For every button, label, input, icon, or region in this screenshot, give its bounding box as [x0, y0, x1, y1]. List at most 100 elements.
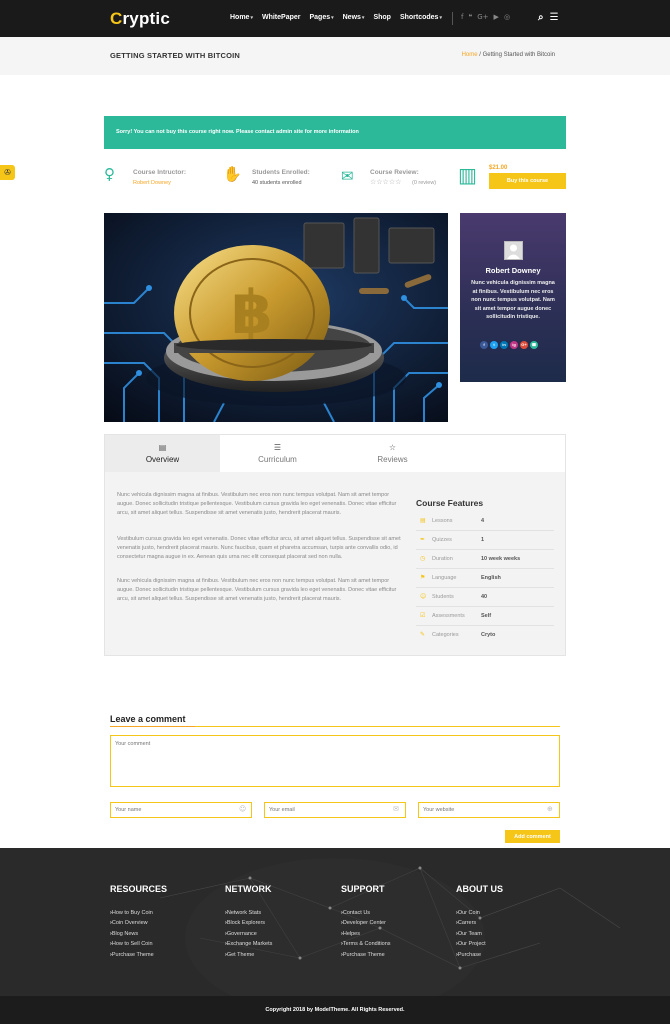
copyright: Copyright 2018 by ModelTheme. All Rights… — [0, 996, 670, 1024]
buy-course-button[interactable]: Buy this course — [489, 173, 566, 189]
twitter-icon[interactable]: ❝ — [468, 13, 472, 21]
footer-link[interactable]: Contact Us — [341, 910, 370, 916]
instagram-icon[interactable]: ◎ — [504, 13, 510, 21]
footer-link[interactable]: Our Project — [456, 941, 486, 947]
nav-whitepaper[interactable]: WhitePaper — [262, 14, 301, 21]
instructor-icon: ♀ — [104, 165, 115, 183]
email-input[interactable] — [264, 802, 406, 818]
footer-link[interactable]: How to Buy Coin — [110, 910, 153, 916]
comment-textarea[interactable] — [110, 735, 560, 787]
facebook-icon[interactable]: f — [480, 341, 488, 349]
quiz-icon: ✒ — [420, 536, 426, 543]
feature-row-language: ⚑ Language English — [416, 569, 554, 588]
course-price: $21.00 — [489, 165, 508, 171]
footer-link[interactable]: Our Coin — [456, 910, 480, 916]
menu-icon[interactable]: ☰ — [550, 12, 559, 23]
review-count: (0 review) — [412, 180, 437, 186]
feature-value: 1 — [481, 537, 485, 543]
nav-shortcodes[interactable]: Shortcodes — [400, 14, 442, 21]
globe-icon: ⊕ — [547, 805, 553, 813]
instructor-card-name[interactable]: Robert Downey — [460, 266, 566, 275]
instructor-card: Robert Downey Nunc vehicula dignissim ma… — [460, 213, 566, 382]
overview-panel: Nunc vehicula dignissim magna at finibus… — [104, 472, 566, 656]
page-title-bar: GETTING STARTED WITH BITCOIN Home / Gett… — [0, 37, 670, 75]
search-icon[interactable]: ⌕ — [538, 12, 544, 23]
footer-link[interactable]: Get Theme — [225, 952, 254, 958]
footer-link[interactable]: Purchase Theme — [341, 952, 385, 958]
youtube-icon[interactable]: ▶ — [494, 13, 499, 21]
footer-link[interactable]: Purchase Theme — [110, 952, 154, 958]
feature-label: Lessons — [432, 518, 453, 524]
students-icon: ✋ — [223, 165, 242, 183]
category-icon: ✎ — [420, 631, 426, 638]
footer-heading-resources: RESOURCES — [110, 884, 168, 894]
footer-link[interactable]: Purchase — [456, 952, 481, 958]
footer-link[interactable]: Helpes — [341, 931, 360, 937]
feature-label: Assessments — [432, 613, 465, 619]
main-nav: Home WhitePaper Pages News Shop Shortcod… — [230, 14, 442, 21]
footer-heading-network: NETWORK — [225, 884, 272, 894]
header-actions: ⌕ ☰ — [538, 12, 559, 23]
bitcoin-coin-illustration: ฿ — [104, 213, 448, 422]
feature-value[interactable]: Cryto — [481, 632, 495, 638]
phone-icon[interactable]: ☎ — [530, 341, 538, 349]
footer-link[interactable]: Exchange Markets — [225, 941, 273, 947]
tab-label: Reviews — [377, 455, 408, 464]
google-plus-icon[interactable]: G+ — [477, 13, 488, 21]
instagram-icon[interactable]: ig — [510, 341, 518, 349]
tab-curriculum[interactable]: ☰ Curriculum — [220, 435, 335, 473]
footer-link[interactable]: Network Stats — [225, 910, 261, 916]
site-logo[interactable]: Cryptic — [110, 9, 170, 29]
feature-row-students: ☺ Students 40 — [416, 588, 554, 607]
page-title: GETTING STARTED WITH BITCOIN — [110, 51, 241, 60]
review-stars: ☆☆☆☆☆ — [370, 179, 402, 186]
course-image: ฿ — [104, 213, 448, 422]
website-input[interactable] — [418, 802, 560, 818]
footer-link[interactable]: How to Sell Coin — [110, 941, 153, 947]
footer-link[interactable]: Our Team — [456, 931, 482, 937]
footer-link[interactable]: Developer Center — [341, 920, 386, 926]
overview-paragraph: Nunc vehicula dignissim magna at finibus… — [117, 578, 397, 602]
footer-heading-support: SUPPORT — [341, 884, 385, 894]
nav-shop[interactable]: Shop — [373, 14, 391, 21]
feature-row-categories: ✎ Categories Cryto — [416, 626, 554, 645]
tab-label: Curriculum — [258, 455, 297, 464]
feature-label: Language — [432, 575, 457, 581]
feature-row-quizzes: ✒ Quizzes 1 — [416, 531, 554, 550]
tab-reviews[interactable]: ☆ Reviews — [335, 435, 450, 473]
linkedin-icon[interactable]: in — [500, 341, 508, 349]
tab-overview[interactable]: ▤ Overview — [105, 435, 220, 473]
footer-link[interactable]: Governance — [225, 931, 257, 937]
add-comment-button[interactable]: Add comment — [505, 830, 560, 843]
google-plus-icon[interactable]: G+ — [520, 341, 528, 349]
breadcrumb-home[interactable]: Home — [462, 52, 478, 58]
feature-value: 4 — [481, 518, 485, 524]
alert-message: Sorry! You can not buy this course right… — [104, 116, 566, 149]
twitter-icon[interactable]: t — [490, 341, 498, 349]
instructor-social: f t in ig G+ ☎ — [480, 341, 538, 349]
nav-news[interactable]: News — [343, 14, 365, 21]
instructor-name[interactable]: Robert Downey — [133, 180, 171, 186]
footer-link[interactable]: Terms & Conditions — [341, 941, 391, 947]
feature-label: Students — [432, 594, 454, 600]
footer-link[interactable]: Coin Overview — [110, 920, 148, 926]
star-icon: ☆ — [388, 443, 397, 452]
facebook-icon[interactable]: f — [461, 13, 463, 21]
footer-link[interactable]: Blog News — [110, 931, 138, 937]
overview-paragraph: Nunc vehicula dignissim magna at finibus… — [117, 492, 397, 516]
footer-link[interactable]: Carrers — [456, 920, 476, 926]
students-value: 40 students enrolled — [252, 180, 302, 186]
nav-pages[interactable]: Pages — [309, 14, 333, 21]
envelope-icon: ✉ — [393, 805, 399, 813]
comment-heading: Leave a comment — [110, 714, 186, 724]
user-icon: ☺ — [239, 805, 247, 813]
cart-icon[interactable]: ✇ — [0, 165, 15, 180]
feature-row-duration: ◷ Duration 10 week weeks — [416, 550, 554, 569]
certificate-icon: ▥ — [458, 163, 477, 187]
footer-link[interactable]: Block Explorers — [225, 920, 265, 926]
name-input[interactable] — [110, 802, 252, 818]
feature-label: Duration — [432, 556, 453, 562]
clock-icon: ◷ — [420, 555, 426, 562]
assessment-icon: ☑ — [420, 612, 426, 619]
nav-home[interactable]: Home — [230, 14, 253, 21]
